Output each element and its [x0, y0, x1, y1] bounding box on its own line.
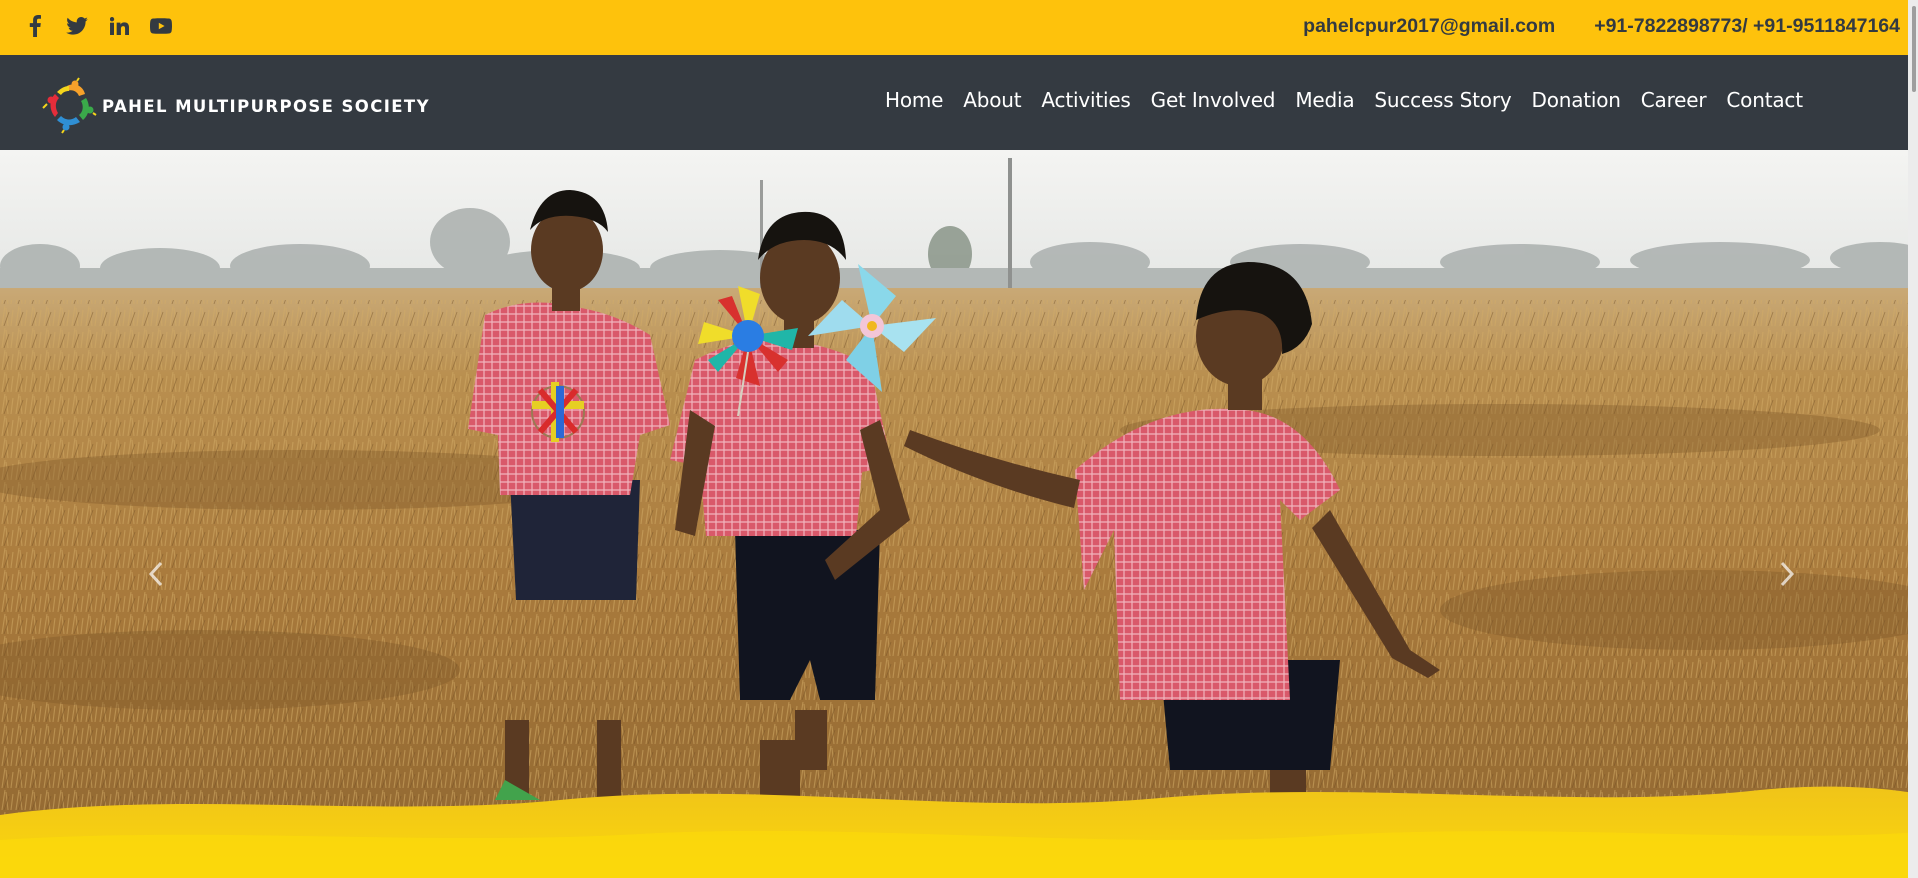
hero-image [0, 150, 1918, 878]
hero-carousel [0, 150, 1918, 878]
brand[interactable]: PAHEL MULTIPURPOSE SOCIETY [40, 77, 430, 135]
nav-career[interactable]: Career [1641, 88, 1707, 112]
carousel-prev-button[interactable] [136, 552, 176, 596]
facebook-icon [29, 15, 41, 37]
colorful-hands-circle-logo [42, 77, 97, 134]
nav-media[interactable]: Media [1295, 88, 1354, 112]
twitter-icon [66, 17, 88, 35]
nav-home[interactable]: Home [885, 88, 943, 112]
main-navbar: PAHEL MULTIPURPOSE SOCIETY Home About Ac… [0, 55, 1918, 150]
youtube-icon [150, 18, 172, 34]
contact-info: pahelcpur2017@gmail.com +91-7822898773/ … [1303, 15, 1900, 38]
main-menu: Home About Activities Get Involved Media… [885, 88, 1803, 112]
phone-numbers[interactable]: +91-7822898773/ +91-9511847164 [1594, 15, 1900, 38]
chevron-right-icon [1780, 561, 1795, 587]
top-bar: pahelcpur2017@gmail.com +91-7822898773/ … [0, 0, 1918, 55]
twitter-link[interactable] [66, 14, 88, 38]
social-links [24, 14, 172, 38]
facebook-link[interactable] [24, 14, 46, 38]
brand-name: PAHEL MULTIPURPOSE SOCIETY [102, 96, 430, 116]
email-link[interactable]: pahelcpur2017@gmail.com [1303, 15, 1555, 38]
page-scrollbar[interactable] [1908, 0, 1918, 878]
linkedin-icon [109, 17, 129, 35]
linkedin-link[interactable] [108, 14, 130, 38]
carousel-next-button[interactable] [1767, 552, 1807, 596]
scrollbar-thumb[interactable] [1912, 6, 1916, 92]
chevron-left-icon [148, 561, 163, 587]
nav-activities[interactable]: Activities [1041, 88, 1130, 112]
nav-contact[interactable]: Contact [1726, 88, 1803, 112]
youtube-link[interactable] [150, 14, 172, 38]
nav-success-story[interactable]: Success Story [1374, 88, 1511, 112]
nav-about[interactable]: About [963, 88, 1021, 112]
nav-get-involved[interactable]: Get Involved [1151, 88, 1276, 112]
nav-donation[interactable]: Donation [1532, 88, 1621, 112]
